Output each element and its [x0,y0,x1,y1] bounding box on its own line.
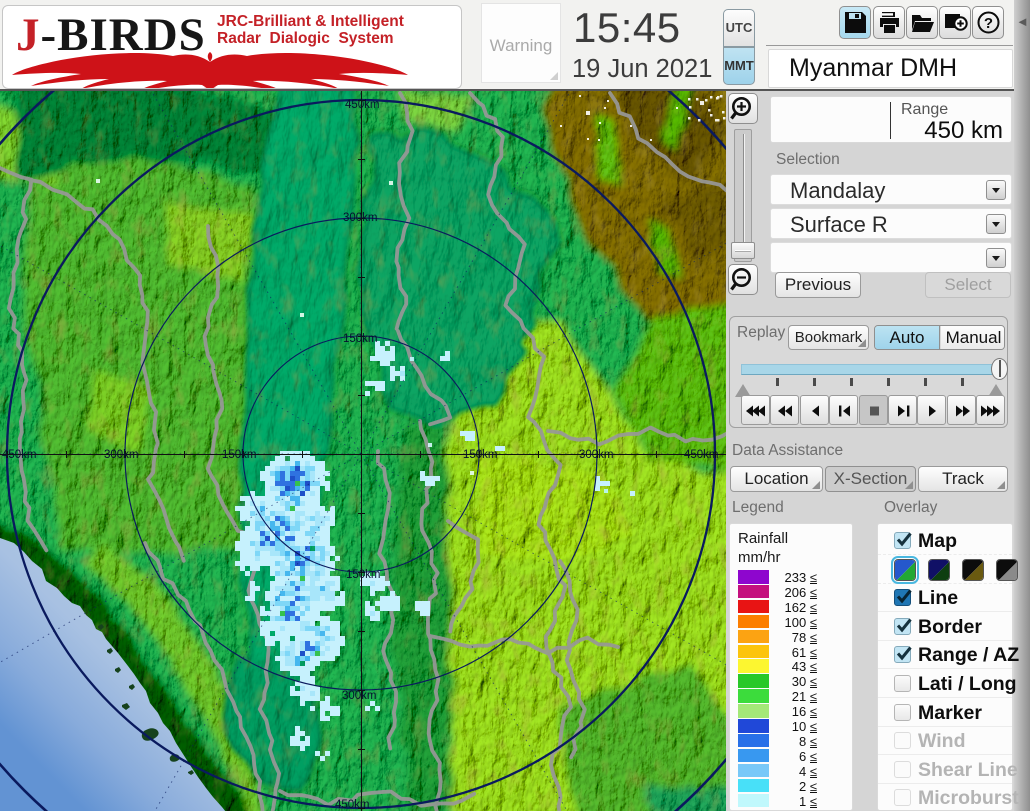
svg-text:300km: 300km [342,690,377,702]
svg-text:150km: 150km [346,569,381,581]
svg-text:300km: 300km [343,212,378,224]
svg-text:450km: 450km [684,449,719,461]
svg-text:300km: 300km [104,449,139,461]
svg-text:450km: 450km [345,99,380,111]
svg-text:150km: 150km [222,449,257,461]
svg-text:300km: 300km [579,449,614,461]
svg-text:150km: 150km [463,449,498,461]
svg-text:150km: 150km [343,333,378,345]
svg-text:450km: 450km [2,449,37,461]
svg-text:?: ? [984,15,993,32]
svg-text:450km: 450km [335,799,370,811]
